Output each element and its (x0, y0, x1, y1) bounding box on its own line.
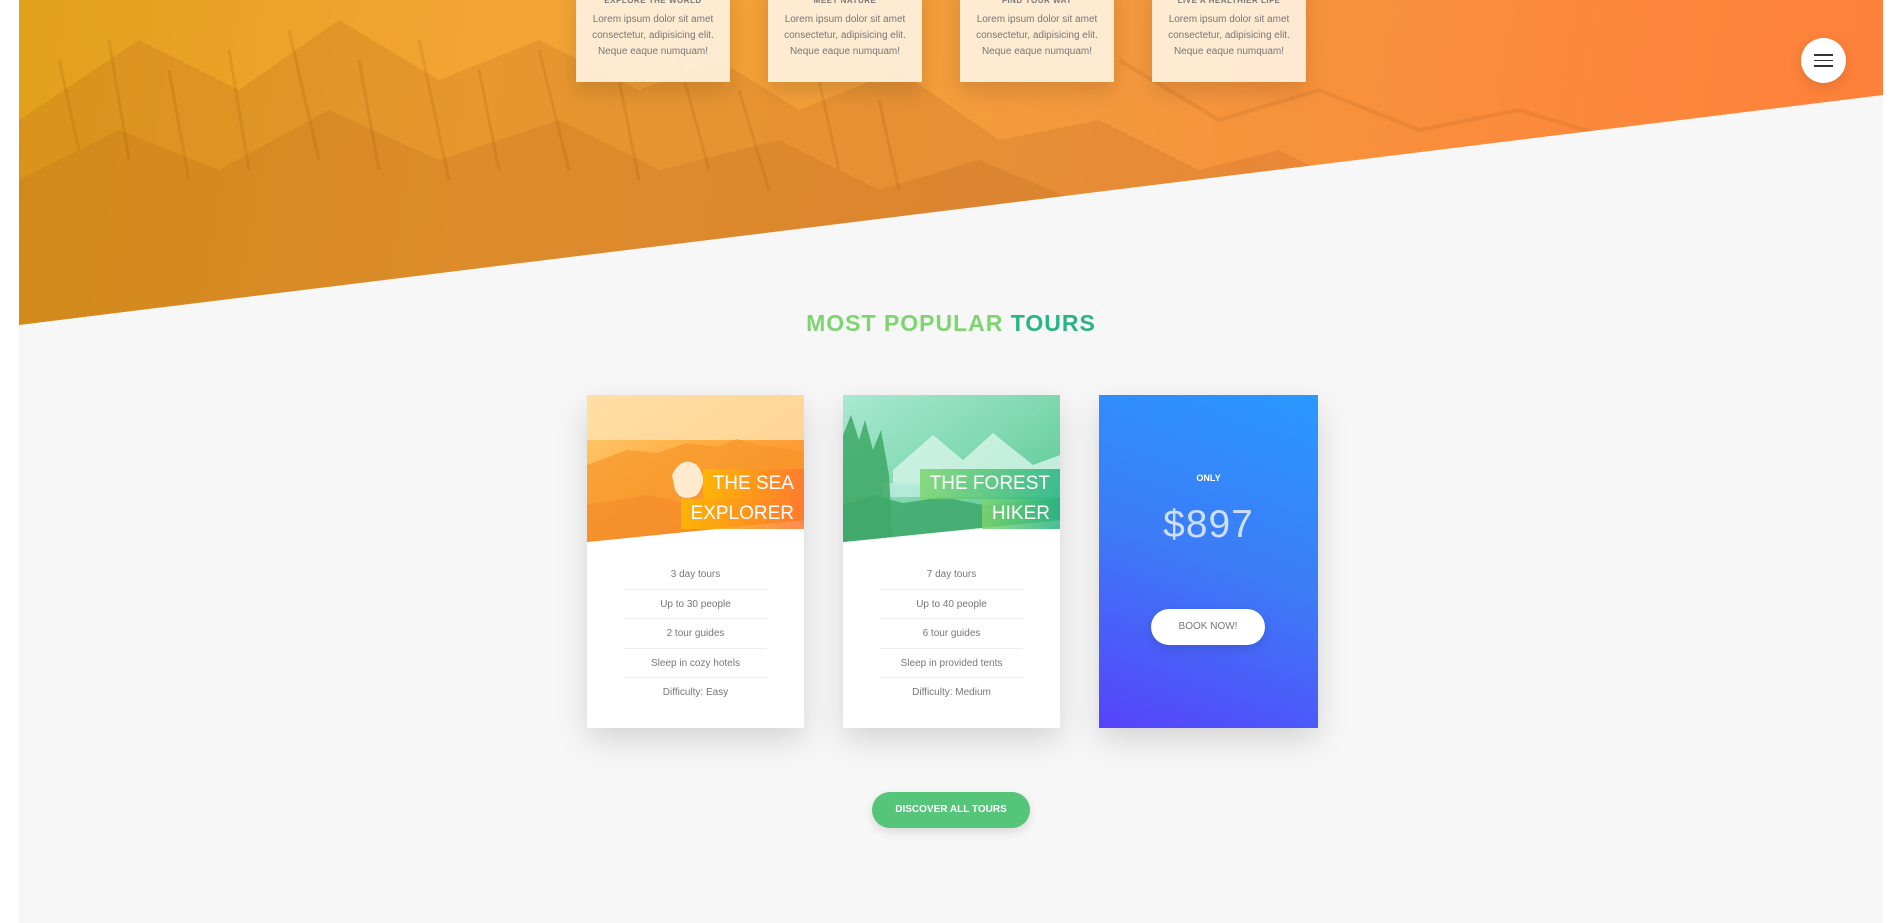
price-only-label: Only (1196, 473, 1221, 483)
feature-card: Meet nature Lorem ipsum dolor sit amet c… (768, 0, 922, 82)
menu-icon-line (1814, 59, 1833, 62)
tour-heading: The Forest Hiker (919, 469, 1060, 529)
feature-text: Lorem ipsum dolor sit amet consectetur, … (1168, 14, 1290, 57)
feature-title: Explore the world (604, 0, 702, 5)
mountain-texture (19, 20, 1883, 325)
feature-text: Lorem ipsum dolor sit amet consectetur, … (784, 14, 906, 57)
feature-card: Explore the world Lorem ipsum dolor sit … (576, 0, 730, 82)
section-title-part1: Most popular (806, 310, 1004, 336)
list-item: 7 day tours (880, 560, 1023, 590)
tour-heading: The Sea Explorer (680, 469, 804, 529)
tour-heading-line1: The Forest (919, 469, 1060, 499)
list-item: 2 tour guides (624, 619, 767, 649)
list-item: 3 day tours (624, 560, 767, 590)
tour-heading-line1: The Sea (702, 469, 804, 499)
feature-text: Lorem ipsum dolor sit amet consectetur, … (592, 14, 714, 57)
list-item: Difficulty: Easy (662, 687, 729, 698)
section-title: Most popular tours (19, 310, 1883, 337)
discover-all-tours-button[interactable]: Discover all tours (872, 792, 1030, 828)
hamburger-menu-button[interactable] (1801, 38, 1846, 83)
tour-details-list: 7 day tours Up to 40 people 6 tour guide… (880, 560, 1023, 708)
list-item: 6 tour guides (880, 619, 1023, 649)
hero-banner (19, 0, 1883, 325)
tour-details-list: 3 day tours Up to 30 people 2 tour guide… (624, 560, 767, 708)
menu-icon-line (1814, 54, 1833, 56)
feature-card: Find your way Lorem ipsum dolor sit amet… (960, 0, 1114, 82)
tour-heading-line2: Hiker (981, 499, 1060, 529)
tour-heading-line2: Explorer (680, 499, 804, 529)
price-card: Only $897 Book now! (1099, 395, 1318, 728)
feature-title: Meet nature (813, 0, 877, 5)
book-now-button[interactable]: Book now! (1151, 609, 1265, 645)
list-item: Difficulty: Medium (912, 687, 991, 698)
list-item: Sleep in provided tents (880, 649, 1023, 678)
feature-card: Live a healthier life Lorem ipsum dolor … (1152, 0, 1306, 82)
feature-text: Lorem ipsum dolor sit amet consectetur, … (976, 14, 1098, 57)
list-item: Up to 30 people (624, 590, 767, 619)
list-item: Sleep in cozy hotels (624, 649, 767, 678)
tour-card-forest-hiker[interactable]: The Forest Hiker 7 day tours Up to 40 pe… (843, 395, 1060, 728)
price-value: $897 (1163, 503, 1254, 546)
feature-title: Live a healthier life (1177, 0, 1281, 5)
page: Explore the world Lorem ipsum dolor sit … (19, 0, 1883, 923)
feature-title: Find your way (1001, 0, 1073, 5)
section-title-part2: tours (1010, 310, 1096, 336)
list-item: Up to 40 people (880, 590, 1023, 619)
tour-card-sea-explorer[interactable]: The Sea Explorer 3 day tours Up to 30 pe… (587, 395, 804, 728)
menu-icon-line (1814, 65, 1833, 67)
